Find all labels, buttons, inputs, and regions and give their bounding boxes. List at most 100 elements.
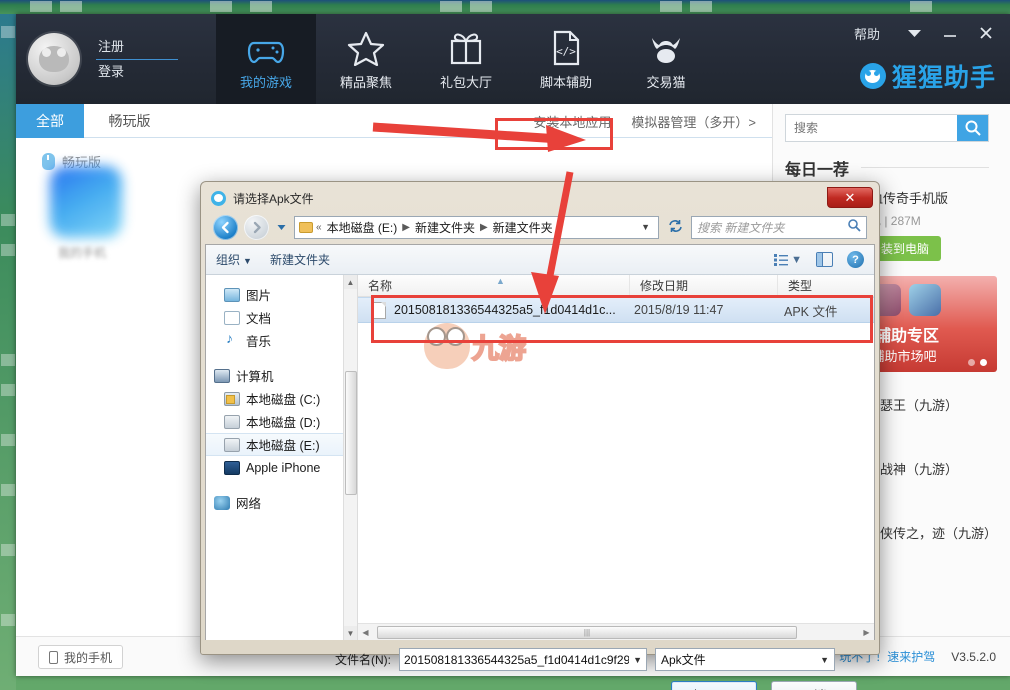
chevron-right-icon: ▶: [480, 222, 488, 233]
filename-input[interactable]: 201508181336544325a5_f1d0414d1c9f29 ▼: [399, 648, 647, 671]
tab-changwan[interactable]: 畅玩版: [88, 104, 170, 138]
banner-icon: [909, 284, 941, 316]
file-name-cell: 201508181336544325a5_f1d0414d1c...: [358, 302, 630, 319]
table-row[interactable]: 201508181336544325a5_f1d0414d1c... 2015/…: [358, 297, 874, 323]
sidebar-title: 每日一荐: [785, 156, 849, 180]
file-list-pane: 名称 ▲ 修改日期 类型 201508181336544325a5_f1d041…: [358, 275, 874, 640]
nav-item-pictures[interactable]: 图片: [206, 283, 357, 306]
organize-menu[interactable]: 组织▼: [216, 251, 252, 268]
my-phone-button[interactable]: 我的手机: [38, 645, 123, 669]
banner-dots[interactable]: [968, 359, 987, 366]
column-header-type[interactable]: 类型: [778, 275, 874, 297]
close-icon[interactable]: ✕: [827, 187, 873, 208]
new-folder-button[interactable]: 新建文件夹: [270, 251, 330, 268]
search-icon[interactable]: [957, 115, 988, 141]
register-link[interactable]: 注册: [96, 35, 178, 59]
history-chevron-down-icon[interactable]: [275, 215, 288, 240]
nav-item-gift-hall[interactable]: 礼包大厅: [416, 14, 516, 104]
cat-icon: [648, 28, 684, 66]
content-tools: 安装本地应用 模拟器管理（多开）>: [523, 104, 766, 138]
nav-item-music[interactable]: 音乐: [206, 329, 357, 352]
file-date-cell: 2015/8/19 11:47: [630, 303, 778, 317]
dialog-title: 请选择Apk文件: [233, 190, 314, 207]
nav-item-drive-c[interactable]: 本地磁盘 (C:): [206, 387, 357, 410]
sidebar-title-text: 每日一荐: [785, 162, 849, 179]
game-tile[interactable]: [50, 166, 122, 238]
sidebar-search[interactable]: [785, 114, 989, 142]
chevron-down-icon[interactable]: [896, 20, 932, 46]
scrollbar-thumb[interactable]: |||: [377, 626, 797, 639]
main-nav: 我的游戏 精品聚焦 礼包大厅 </>: [216, 14, 716, 104]
nav-pane-scrollbar[interactable]: ▲ ▼: [343, 275, 357, 640]
breadcrumb-0[interactable]: 本地磁盘 (E:): [325, 219, 400, 236]
filetype-value: Apk文件: [661, 651, 706, 668]
scrollbar-track[interactable]: |||: [373, 626, 859, 639]
filetype-select[interactable]: Apk文件 ▼: [655, 648, 835, 671]
my-phone-label: 我的手机: [64, 649, 112, 666]
network-icon: [214, 496, 230, 510]
address-bar[interactable]: « 本地磁盘 (E:) ▶ 新建文件夹 ▶ 新建文件夹 ▼: [294, 216, 659, 239]
preview-pane-icon[interactable]: [816, 252, 833, 267]
nav-label: 礼包大厅: [440, 72, 492, 91]
breadcrumb-2[interactable]: 新建文件夹: [491, 219, 555, 236]
nav-item-drive-d[interactable]: 本地磁盘 (D:): [206, 410, 357, 433]
nav-label: 交易猫: [646, 72, 685, 91]
nav-item-network[interactable]: 网络: [206, 491, 357, 514]
brand-logo: 猩猩助手: [860, 58, 996, 94]
open-button[interactable]: 打开(O): [671, 681, 757, 690]
scroll-left-icon[interactable]: ◀: [358, 628, 373, 637]
nav-item-drive-e[interactable]: 本地磁盘 (E:): [206, 433, 357, 456]
file-list-horizontal-scrollbar[interactable]: ◀ ||| ▶: [358, 623, 874, 640]
code-file-icon: </>: [551, 28, 581, 66]
forward-arrow-icon[interactable]: [244, 215, 269, 240]
address-chevron-down-icon[interactable]: ▼: [641, 222, 654, 232]
spacer: [206, 352, 357, 364]
nav-item-label: 本地磁盘 (D:): [246, 412, 320, 431]
nav-item-script-assist[interactable]: </> 脚本辅助: [516, 14, 616, 104]
chevron-down-icon[interactable]: ▼: [820, 655, 829, 665]
dialog-buttons: 打开(O) 取消: [205, 681, 865, 690]
chevron-down-icon[interactable]: ▼: [629, 655, 642, 665]
back-arrow-icon[interactable]: [213, 215, 238, 240]
help-icon[interactable]: ?: [847, 251, 864, 268]
column-header-date[interactable]: 修改日期: [630, 275, 778, 297]
nav-label: 脚本辅助: [540, 72, 592, 91]
column-header-name[interactable]: 名称 ▲: [358, 275, 630, 297]
scroll-up-icon[interactable]: ▲: [344, 275, 357, 289]
minimize-icon[interactable]: [932, 20, 968, 46]
watermark-mascot-icon: [424, 323, 470, 369]
scroll-down-icon[interactable]: ▼: [344, 626, 357, 640]
scrollbar-thumb[interactable]: [345, 371, 357, 495]
nav-item-label: 计算机: [236, 366, 274, 385]
emulator-manage-link[interactable]: 模拟器管理（多开）>: [621, 112, 766, 131]
dialog-search-box[interactable]: 搜索 新建文件夹: [691, 216, 867, 239]
nav-item-my-games[interactable]: 我的游戏: [216, 14, 316, 104]
view-list-icon[interactable]: ▼: [774, 254, 802, 266]
filename-row: 文件名(N): 201508181336544325a5_f1d0414d1c9…: [205, 648, 865, 671]
cancel-button[interactable]: 取消: [771, 681, 857, 690]
nav-item-computer[interactable]: 计算机: [206, 364, 357, 387]
tab-all[interactable]: 全部: [16, 104, 84, 138]
refresh-icon[interactable]: [665, 219, 685, 236]
help-link[interactable]: 帮助: [854, 24, 880, 43]
nav-label: 精品聚焦: [340, 72, 392, 91]
watermark-jiuyou: 九游: [424, 323, 526, 369]
login-link[interactable]: 登录: [96, 60, 178, 84]
search-input[interactable]: [786, 115, 957, 141]
install-local-app-button[interactable]: 安装本地应用: [523, 112, 621, 131]
search-icon[interactable]: [847, 218, 861, 237]
section-heading: 畅玩版: [16, 138, 772, 171]
music-icon: [224, 334, 240, 348]
nav-item-trade-cat[interactable]: 交易猫: [616, 14, 716, 104]
gift-icon: [448, 28, 484, 66]
app-header: 注册 登录 我的游戏 精品聚焦: [16, 14, 1010, 104]
scroll-right-icon[interactable]: ▶: [859, 628, 874, 637]
nav-item-featured[interactable]: 精品聚焦: [316, 14, 416, 104]
svg-text:</>: </>: [556, 45, 576, 58]
nav-item-documents[interactable]: 文档: [206, 306, 357, 329]
monkey-avatar-icon[interactable]: [28, 33, 80, 85]
star-icon: [347, 28, 385, 66]
nav-item-apple-iphone[interactable]: Apple iPhone: [206, 456, 357, 479]
close-icon[interactable]: [968, 20, 1004, 46]
breadcrumb-1[interactable]: 新建文件夹: [413, 219, 477, 236]
